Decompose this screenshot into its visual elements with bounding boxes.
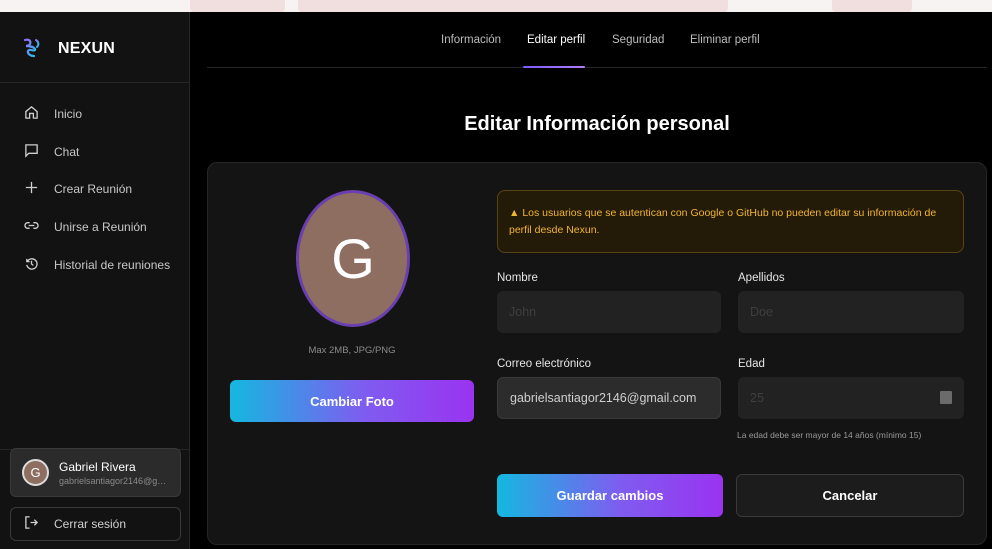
sidebar-item-crear-reunion[interactable]: Crear Reunión (0, 176, 190, 202)
sidebar-item-label: Chat (54, 145, 80, 159)
age-hint: La edad debe ser mayor de 14 años (mínim… (737, 430, 922, 440)
sidebar-item-unirse-reunion[interactable]: Unirse a Reunión (0, 214, 190, 240)
tab-seguridad[interactable]: Seguridad (612, 34, 664, 46)
active-tab-indicator (523, 66, 585, 68)
warning-banner: ▲ Los usuarios que se autentican con Goo… (497, 190, 964, 253)
logout-button[interactable]: Cerrar sesión (10, 507, 181, 541)
tab-eliminar-perfil[interactable]: Eliminar perfil (690, 34, 760, 46)
age-placeholder: 25 (750, 391, 764, 405)
sidebar-item-chat[interactable]: Chat (0, 139, 190, 165)
brand-name: NEXUN (58, 40, 116, 57)
plus-icon (24, 180, 39, 198)
sidebar-item-inicio[interactable]: Inicio (0, 101, 190, 127)
sidebar-item-label: Unirse a Reunión (54, 220, 147, 234)
logout-icon (24, 515, 39, 533)
number-spinner-icon[interactable] (940, 391, 952, 404)
top-strip-shape (190, 0, 285, 12)
tab-informacion[interactable]: Información (441, 34, 501, 46)
nombre-field[interactable]: John (497, 291, 721, 333)
logout-label: Cerrar sesión (54, 517, 127, 531)
sidebar-item-label: Historial de reuniones (54, 258, 171, 272)
nexun-logo-icon (22, 37, 42, 62)
sidebar-item-label: Inicio (54, 107, 83, 121)
save-button[interactable]: Guardar cambios (497, 474, 723, 517)
nombre-label: Nombre (497, 272, 538, 284)
warning-icon: ▲ (509, 207, 520, 219)
sidebar-item-label: Crear Reunión (54, 182, 133, 196)
sidebar-item-historial[interactable]: Historial de reuniones (0, 252, 190, 278)
edad-label: Edad (738, 358, 765, 370)
link-icon (24, 218, 39, 236)
home-icon (24, 105, 39, 123)
history-icon (24, 256, 39, 274)
profile-tabs: Información Editar perfil Seguridad Elim… (207, 12, 987, 68)
avatar: G (22, 459, 49, 486)
user-email: gabrielsantiagor2146@gmail.com (59, 475, 167, 486)
browser-top-strip (0, 0, 992, 12)
brand[interactable]: NEXUN (22, 32, 115, 66)
chat-icon (24, 143, 39, 161)
correo-label: Correo electrónico (497, 358, 591, 370)
apellidos-field[interactable]: Doe (738, 291, 964, 333)
top-strip-shape (832, 0, 912, 12)
page-title: Editar Información personal (464, 113, 730, 135)
user-info: Gabriel Rivera gabrielsantiagor2146@gmai… (59, 460, 167, 486)
profile-photo: G (296, 190, 410, 327)
user-card[interactable]: G Gabriel Rivera gabrielsantiagor2146@gm… (10, 448, 181, 497)
apellidos-label: Apellidos (738, 272, 785, 284)
warning-text: Los usuarios que se autentican con Googl… (509, 207, 937, 236)
change-photo-button[interactable]: Cambiar Foto (230, 380, 474, 422)
age-field[interactable]: 25 (738, 377, 964, 419)
tab-editar-perfil[interactable]: Editar perfil (527, 34, 585, 46)
email-field[interactable]: gabrielsantiagor2146@gmail.com (497, 377, 721, 419)
cancel-button[interactable]: Cancelar (736, 474, 964, 517)
top-strip-shape (298, 0, 728, 12)
photo-hint: Max 2MB, JPG/PNG (308, 345, 396, 356)
user-name: Gabriel Rivera (59, 459, 136, 474)
sidebar-divider (0, 82, 190, 83)
